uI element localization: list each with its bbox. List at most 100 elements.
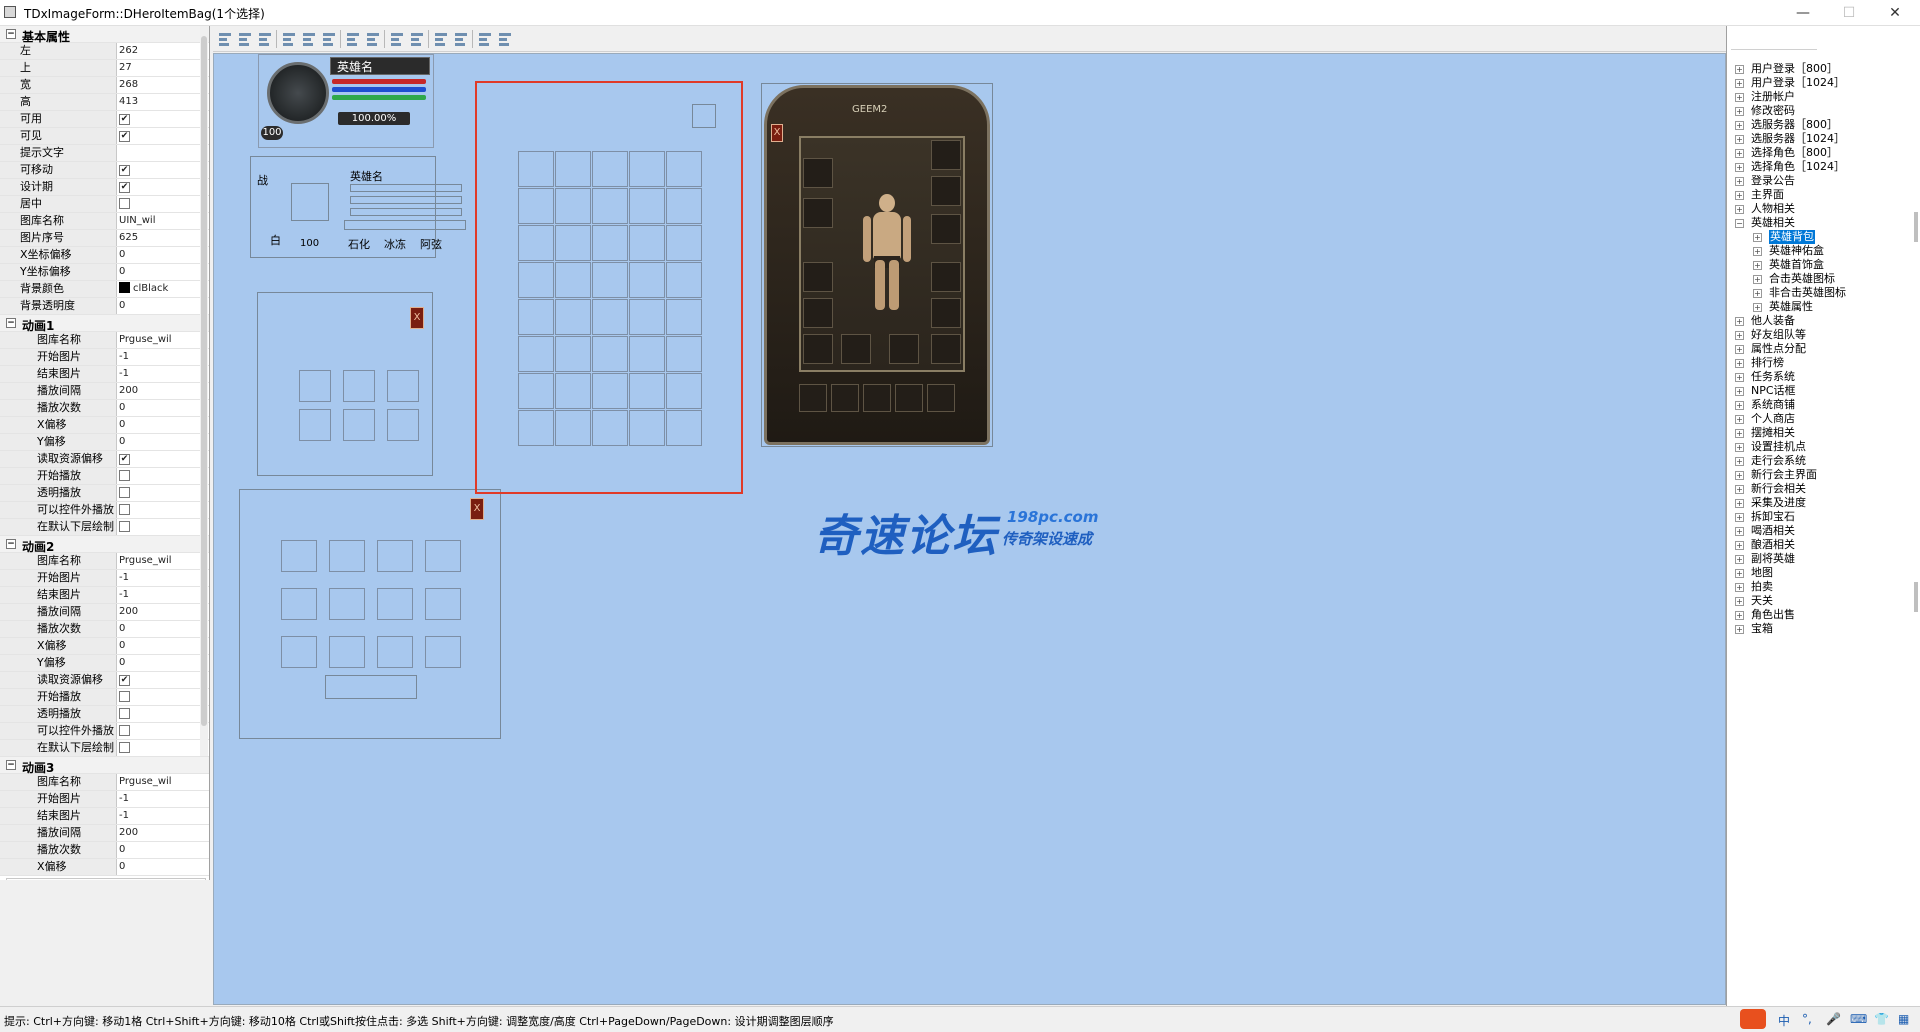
property-value[interactable]: 0: [119, 657, 125, 668]
property-value[interactable]: -1: [119, 793, 129, 804]
property-value[interactable]: 0: [119, 266, 125, 277]
property-row[interactable]: 读取资源偏移 ✔: [0, 451, 209, 468]
property-value-cell[interactable]: 268: [119, 77, 195, 93]
property-row[interactable]: 图库名称 Prguse_wil: [0, 332, 209, 349]
hero-bag-slot[interactable]: [555, 225, 591, 261]
property-grid-scrollbar[interactable]: [200, 26, 208, 756]
property-value-cell[interactable]: 0: [119, 247, 195, 263]
collapse-icon[interactable]: −: [6, 29, 16, 39]
property-row[interactable]: 开始图片 -1: [0, 349, 209, 366]
property-row[interactable]: 开始图片 -1: [0, 791, 209, 808]
property-value[interactable]: 0: [119, 640, 125, 651]
property-value-cell[interactable]: [119, 145, 195, 161]
tree-item-label[interactable]: 属性点分配: [1751, 342, 1806, 356]
tree-item-label[interactable]: 喝酒相关: [1751, 524, 1795, 538]
property-value-cell[interactable]: ✔: [119, 179, 195, 195]
property-row[interactable]: 播放间隔 200: [0, 383, 209, 400]
property-row[interactable]: 在默认下层绘制: [0, 519, 209, 536]
property-value[interactable]: 0: [119, 436, 125, 447]
equipment-slot[interactable]: [803, 262, 833, 292]
large-bag-slot[interactable]: [281, 540, 317, 572]
expand-icon[interactable]: +: [1735, 93, 1744, 102]
skin-icon[interactable]: 👕: [1874, 1012, 1889, 1026]
ime-chinese-icon[interactable]: 中: [1778, 1012, 1790, 1029]
tree-item[interactable]: + 角色出售: [1727, 608, 1912, 622]
equipment-slot[interactable]: [803, 334, 833, 364]
hero-bag-slot[interactable]: [555, 299, 591, 335]
align-icon[interactable]: [389, 31, 405, 46]
large-bag-slot[interactable]: [329, 636, 365, 668]
hero-bag-slot[interactable]: [518, 151, 554, 187]
expand-icon[interactable]: +: [1735, 471, 1744, 480]
hero-bag-slot[interactable]: [592, 225, 628, 261]
large-bag-slot[interactable]: [281, 588, 317, 620]
tree-item-label[interactable]: 人物相关: [1751, 202, 1795, 216]
tree-item[interactable]: + 新行会主界面: [1727, 468, 1912, 482]
property-row[interactable]: 播放次数 0: [0, 842, 209, 859]
align-icon[interactable]: [453, 31, 469, 46]
category-basic-attributes[interactable]: − 基本属性: [0, 26, 209, 44]
tree-item-label[interactable]: 选择角色［800］: [1751, 146, 1838, 160]
property-value-cell[interactable]: 200: [119, 825, 195, 841]
design-canvas[interactable]: 100 英雄名 100.00% 战 白 100 英雄名 石化 冰冻 阿弦 X X…: [213, 53, 1726, 1005]
align-icon[interactable]: [301, 31, 317, 46]
property-value-cell[interactable]: 0: [119, 842, 195, 858]
hero-bag-slot[interactable]: [629, 225, 665, 261]
property-value-cell[interactable]: [119, 196, 195, 212]
tree-item-label[interactable]: 注册帐户: [1751, 90, 1795, 104]
grid-icon[interactable]: ▦: [1898, 1012, 1909, 1026]
tree-item[interactable]: + 属性点分配: [1727, 342, 1912, 356]
property-value-cell[interactable]: 0: [119, 417, 195, 433]
hero-bag-slot[interactable]: [666, 373, 702, 409]
equipment-bottom-slot[interactable]: [863, 384, 891, 412]
tree-item-label[interactable]: 英雄背包: [1769, 230, 1815, 244]
expand-icon[interactable]: +: [1753, 261, 1762, 270]
expand-icon[interactable]: +: [1735, 79, 1744, 88]
expand-icon[interactable]: +: [1735, 513, 1744, 522]
property-value-cell[interactable]: -1: [119, 587, 195, 603]
property-row[interactable]: X偏移 0: [0, 417, 209, 434]
property-value[interactable]: Prguse_wil: [119, 334, 172, 345]
property-row[interactable]: 开始播放: [0, 468, 209, 485]
equipment-slot[interactable]: [931, 176, 961, 206]
expand-icon[interactable]: +: [1735, 359, 1744, 368]
tree-item-label[interactable]: 选服务器［1024］: [1751, 132, 1845, 146]
property-row[interactable]: 开始播放: [0, 689, 209, 706]
expand-icon[interactable]: +: [1735, 527, 1744, 536]
property-row[interactable]: 透明播放: [0, 706, 209, 723]
expand-icon[interactable]: +: [1735, 541, 1744, 550]
hero-bag-slot[interactable]: [629, 410, 665, 446]
ime-logo-icon[interactable]: [1740, 1009, 1766, 1029]
tree-item-label[interactable]: 天关: [1751, 594, 1773, 608]
align-icon[interactable]: [477, 31, 493, 46]
tree-item-label[interactable]: 拍卖: [1751, 580, 1773, 594]
collapse-icon[interactable]: −: [1735, 219, 1744, 228]
tree-item-label[interactable]: NPC话框: [1751, 384, 1796, 398]
property-checkbox[interactable]: [119, 198, 130, 209]
property-row[interactable]: 设计期 ✔: [0, 179, 209, 196]
tree-item[interactable]: + 用户登录［1024］: [1727, 76, 1912, 90]
hero-bag-slot[interactable]: [518, 373, 554, 409]
property-value-cell[interactable]: ✔: [119, 672, 195, 688]
tree-item-label[interactable]: 采集及进度: [1751, 496, 1806, 510]
expand-icon[interactable]: +: [1735, 331, 1744, 340]
property-checkbox[interactable]: [119, 725, 130, 736]
property-value[interactable]: -1: [119, 572, 129, 583]
tree-item[interactable]: + NPC话框: [1727, 384, 1912, 398]
tree-item-label[interactable]: 英雄属性: [1769, 300, 1813, 314]
tree-item[interactable]: + 新行会相关: [1727, 482, 1912, 496]
property-row[interactable]: X偏移 0: [0, 859, 209, 876]
expand-icon[interactable]: +: [1735, 457, 1744, 466]
tree-item[interactable]: + 用户登录［800］: [1727, 62, 1912, 76]
property-row[interactable]: 播放次数 0: [0, 621, 209, 638]
tree-item[interactable]: + 修改密码: [1727, 104, 1912, 118]
tree-item[interactable]: + 他人装备: [1727, 314, 1912, 328]
large-bag-slot[interactable]: [329, 588, 365, 620]
align-icon[interactable]: [409, 31, 425, 46]
expand-icon[interactable]: +: [1735, 499, 1744, 508]
expand-icon[interactable]: +: [1735, 583, 1744, 592]
tree-item-label[interactable]: 用户登录［800］: [1751, 62, 1838, 76]
expand-icon[interactable]: +: [1735, 177, 1744, 186]
hero-bag-slot[interactable]: [555, 262, 591, 298]
property-value[interactable]: 200: [119, 827, 138, 838]
